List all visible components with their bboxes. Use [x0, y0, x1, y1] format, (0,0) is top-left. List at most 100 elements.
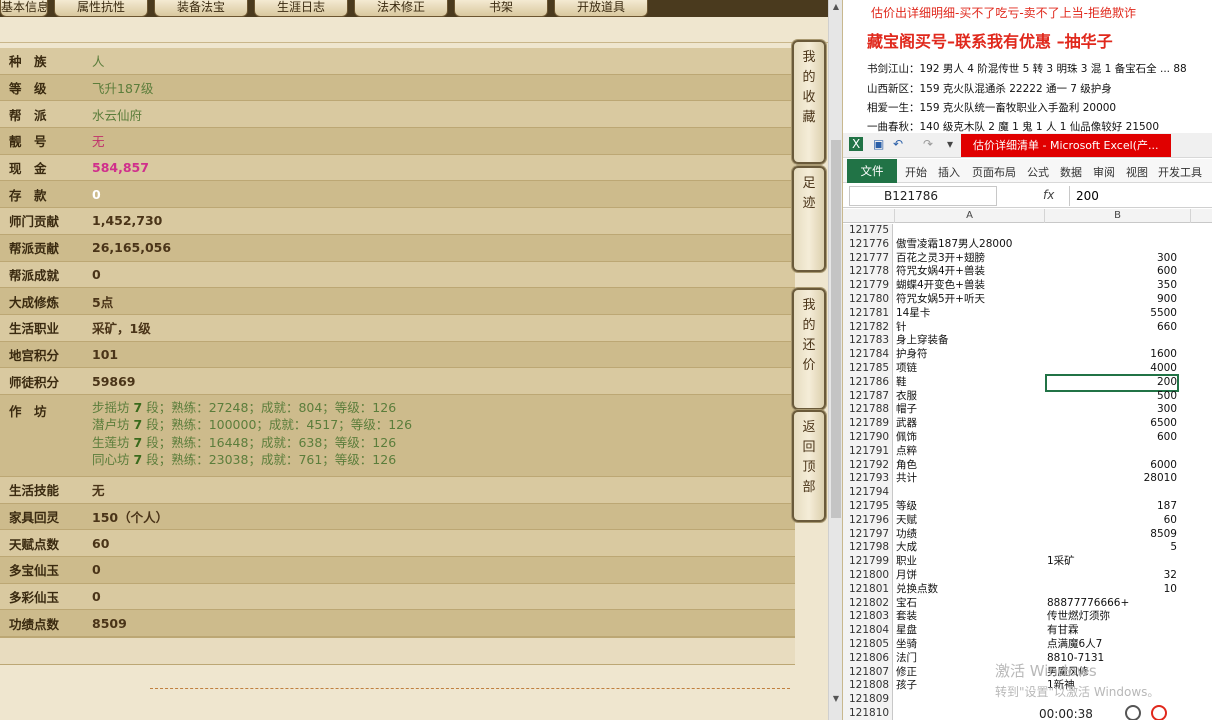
left-scrollbar[interactable]: ▲ ▼ [828, 0, 842, 720]
cell-a[interactable]: 角色 [896, 459, 1044, 473]
cell-b[interactable]: 5 [1047, 541, 1177, 555]
row-number[interactable]: 121778 [843, 265, 893, 280]
sheet-row[interactable]: 121792 角色 6000 [843, 458, 1212, 473]
column-header-a[interactable]: A [895, 209, 1045, 223]
row-number[interactable]: 121779 [843, 279, 893, 293]
tab-0[interactable]: 基本信息 [0, 0, 48, 17]
cell-b[interactable]: 60 [1047, 514, 1177, 528]
cell-b[interactable]: 1采矿 [1047, 555, 1177, 569]
cell-a[interactable]: 月饼 [896, 569, 1044, 583]
row-number[interactable]: 121795 [843, 499, 893, 514]
sheet-row[interactable]: 121777 百花之灵3开+翅膀 300 [843, 251, 1212, 266]
sheet-row[interactable]: 121793 共计 28010 [843, 472, 1212, 487]
cell-b[interactable]: 有甘霖 [1047, 624, 1177, 638]
record-icon[interactable] [1151, 705, 1167, 720]
sheet-row[interactable]: 121798 大成 5 [843, 541, 1212, 556]
row-number[interactable]: 121789 [843, 417, 893, 431]
sheet-row[interactable]: 121804 星盘 有甘霖 [843, 624, 1212, 638]
cell-a[interactable]: 身上穿装备 [896, 334, 1044, 348]
cell-a[interactable]: 等级 [896, 500, 1044, 514]
cell-a[interactable]: 鞋 [896, 376, 1044, 390]
sheet-row[interactable]: 121788 帽子 300 [843, 403, 1212, 418]
cell-b[interactable]: 350 [1047, 279, 1177, 293]
row-number[interactable]: 121804 [843, 624, 893, 638]
row-number[interactable]: 121807 [843, 665, 893, 680]
sheet-row[interactable]: 121791 点粹 [843, 444, 1212, 459]
row-number[interactable]: 121777 [843, 251, 893, 266]
cell-b[interactable]: 200 [1045, 373, 1179, 392]
spreadsheet-grid[interactable]: A B 121775 121776 傲雪凌霜187男人28000 121777 百花之灵… [843, 209, 1212, 720]
cell-a[interactable]: 坐骑 [896, 638, 1044, 652]
sheet-row[interactable]: 121784 护身符 1600 [843, 348, 1212, 362]
row-number[interactable]: 121809 [843, 693, 893, 707]
cell-b[interactable]: 传世燃灯须弥 [1047, 610, 1177, 624]
row-number[interactable]: 121803 [843, 610, 893, 625]
row-number[interactable]: 121806 [843, 651, 893, 666]
tab-insert[interactable]: 插入 [938, 164, 960, 180]
cell-a[interactable]: 星盘 [896, 624, 1044, 638]
sheet-row[interactable]: 121790 佩饰 600 [843, 430, 1212, 445]
cell-b[interactable]: 1600 [1047, 348, 1177, 362]
sheet-row[interactable]: 121803 套装 传世燃灯须弥 [843, 610, 1212, 625]
row-number[interactable]: 121791 [843, 444, 893, 459]
side-button-0[interactable]: 我的收藏 [792, 40, 826, 164]
tab-developer[interactable]: 开发工具 [1158, 164, 1202, 180]
side-button-1[interactable]: 足迹 [792, 166, 826, 272]
cell-a[interactable]: 项链 [896, 362, 1044, 376]
sheet-row[interactable]: 121795 等级 187 [843, 499, 1212, 514]
sheet-row[interactable]: 121796 天赋 60 [843, 513, 1212, 528]
cell-a[interactable]: 针 [896, 321, 1044, 335]
cell-b[interactable]: 6000 [1047, 459, 1177, 473]
tab-review[interactable]: 审阅 [1093, 164, 1115, 180]
cell-a[interactable]: 傲雪凌霜187男人28000 [896, 238, 1044, 252]
name-box[interactable]: B121786 [849, 186, 997, 206]
cell-b[interactable]: 28010 [1047, 472, 1177, 486]
row-number[interactable]: 121802 [843, 596, 893, 611]
pause-icon[interactable] [1125, 705, 1141, 720]
scroll-down-icon[interactable]: ▼ [831, 694, 841, 706]
cell-a[interactable]: 符咒女娲4开+兽装 [896, 265, 1044, 279]
formula-input[interactable]: 200 [1069, 186, 1209, 206]
row-number[interactable]: 121787 [843, 389, 893, 404]
row-number[interactable]: 121800 [843, 568, 893, 583]
cell-b[interactable]: 900 [1047, 293, 1177, 307]
cell-b[interactable]: 300 [1047, 252, 1177, 266]
cell-b[interactable]: 10 [1047, 583, 1177, 597]
select-all-corner[interactable] [843, 209, 895, 223]
cell-a[interactable]: 兑换点数 [896, 583, 1044, 597]
sheet-row[interactable]: 121785 项链 4000 [843, 361, 1212, 376]
cell-a[interactable]: 天赋 [896, 514, 1044, 528]
row-number[interactable]: 121799 [843, 555, 893, 569]
cell-b[interactable]: 500 [1047, 390, 1177, 404]
cell-b[interactable]: 5500 [1047, 307, 1177, 321]
tab-6[interactable]: 开放道具 [554, 0, 648, 17]
tab-formulas[interactable]: 公式 [1027, 164, 1049, 180]
cell-b[interactable]: 6500 [1047, 417, 1177, 431]
save-icon[interactable]: ▣ [873, 137, 884, 151]
column-header-b[interactable]: B [1045, 209, 1191, 223]
cell-b[interactable]: 187 [1047, 500, 1177, 514]
row-number[interactable]: 121794 [843, 486, 893, 500]
row-number[interactable]: 121796 [843, 513, 893, 528]
cell-a[interactable]: 符咒女娲5开+听天 [896, 293, 1044, 307]
tab-home[interactable]: 开始 [905, 164, 927, 180]
cell-a[interactable]: 帽子 [896, 403, 1044, 417]
cell-a[interactable]: 大成 [896, 541, 1044, 555]
cell-a[interactable]: 佩饰 [896, 431, 1044, 445]
cell-b[interactable]: 8509 [1047, 528, 1177, 542]
sheet-row[interactable]: 121794 [843, 486, 1212, 500]
sheet-row[interactable]: 121789 武器 6500 [843, 417, 1212, 431]
undo-icon[interactable]: ↶ [893, 137, 903, 151]
tab-page-layout[interactable]: 页面布局 [972, 164, 1016, 180]
tab-file[interactable]: 文件 [847, 159, 897, 183]
cell-a[interactable]: 套装 [896, 610, 1044, 624]
row-number[interactable]: 121792 [843, 458, 893, 473]
cell-a[interactable]: 14星卡 [896, 307, 1044, 321]
row-number[interactable]: 121790 [843, 430, 893, 445]
sheet-row[interactable]: 121781 14星卡 5500 [843, 306, 1212, 321]
sheet-row[interactable]: 121780 符咒女娲5开+听天 900 [843, 292, 1212, 307]
row-number[interactable]: 121784 [843, 348, 893, 362]
cell-a[interactable]: 百花之灵3开+翅膀 [896, 252, 1044, 266]
row-number[interactable]: 121801 [843, 582, 893, 597]
tab-2[interactable]: 装备法宝 [154, 0, 248, 17]
